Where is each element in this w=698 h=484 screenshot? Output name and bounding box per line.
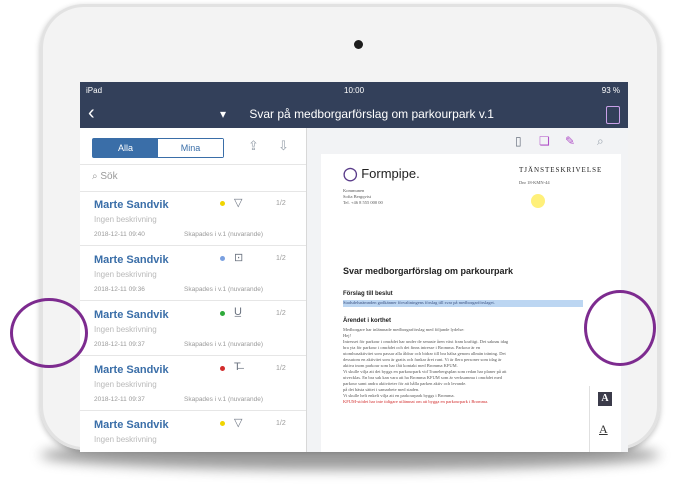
list-item[interactable]: Marte Sandvik Ingen beskrivning 2018-12-… bbox=[80, 191, 306, 246]
color-dot bbox=[220, 201, 225, 206]
highlight-annotation[interactable]: Stadsdelsnämnden godkänner förvaltningen… bbox=[343, 300, 583, 307]
document-heading: Svar medborgarförslag om parkourpark bbox=[343, 266, 514, 276]
upload-icon[interactable]: ⇪ bbox=[248, 138, 259, 154]
tab-mina[interactable]: Mina bbox=[158, 139, 223, 157]
callout-circle-left bbox=[10, 298, 88, 368]
text-underline-tool-icon[interactable]: A bbox=[599, 422, 608, 437]
status-time: 10:00 bbox=[344, 86, 365, 95]
comments-icon[interactable]: ❏ bbox=[539, 134, 550, 148]
download-icon[interactable]: ⇩ bbox=[278, 138, 289, 154]
annotation-tools: A A bbox=[589, 386, 618, 452]
list-item[interactable]: Marte Sandvik Ingen beskrivning 2018-12-… bbox=[80, 246, 306, 301]
list-item[interactable]: Marte Sandvik Ingen beskrivning 2018-12-… bbox=[80, 301, 306, 356]
search-bar[interactable]: ⌕ Sök bbox=[80, 164, 306, 192]
text-box-icon: ⊡ bbox=[234, 252, 244, 264]
color-dot bbox=[220, 366, 225, 371]
filter-segment: Alla Mina bbox=[92, 138, 224, 158]
search-input[interactable]: ⌕ Sök bbox=[92, 171, 118, 182]
edit-note-icon[interactable]: ✎ bbox=[565, 134, 575, 148]
document-title[interactable]: ▾ Svar på medborgarförslag om parkourpar… bbox=[220, 107, 494, 121]
app-screen: iPad 10:00 93 % ‹ ▾ Svar på medborgarför… bbox=[80, 82, 628, 452]
list-item[interactable]: Marte Sandvik Ingen beskrivning 2018-12-… bbox=[80, 356, 306, 411]
status-battery: 93 % bbox=[601, 86, 620, 95]
yellow-annotation-dot[interactable] bbox=[531, 194, 545, 208]
search-icon[interactable]: ⌕ bbox=[597, 134, 604, 149]
document-toolbar: ▯ ❏ ✎ ⌕ bbox=[307, 128, 628, 154]
page-icon[interactable]: ▯ bbox=[515, 134, 522, 148]
triangle-down-icon: ▽ bbox=[234, 197, 243, 209]
formpipe-logo: ◯ Formpipe. bbox=[343, 166, 420, 181]
color-dot bbox=[220, 311, 225, 316]
caret-down-icon: ▾ bbox=[220, 107, 227, 121]
triangle-down-icon: ▽ bbox=[234, 417, 243, 429]
strikethrough-icon: T̶ bbox=[234, 361, 241, 373]
status-bar: iPad 10:00 93 % bbox=[80, 82, 628, 100]
nav-bar: ‹ ▾ Svar på medborgarförslag om parkourp… bbox=[80, 100, 628, 128]
document-type: TJÄNSTESKRIVELSE bbox=[519, 166, 603, 174]
document-view-icon[interactable] bbox=[606, 106, 620, 124]
text-highlight-tool-icon[interactable]: A bbox=[598, 392, 612, 406]
version-label: v.1 bbox=[478, 107, 494, 121]
color-dot bbox=[220, 256, 225, 261]
status-device: iPad bbox=[86, 86, 103, 95]
back-chevron-icon[interactable]: ‹ bbox=[88, 103, 95, 123]
callout-circle-right bbox=[584, 290, 656, 366]
underline-icon: U̲ bbox=[234, 306, 242, 318]
document-page: ◯ Formpipe. TJÄNSTESKRIVELSE Kommunen So… bbox=[321, 154, 621, 452]
tab-alla[interactable]: Alla bbox=[93, 139, 158, 157]
list-item[interactable]: Marte Sandvik Ingen beskrivning ▽ 1/2 bbox=[80, 411, 306, 452]
annotation-list-panel: Alla Mina ⇪ ⇩ ⌕ Sök Marte Sandvik Ingen … bbox=[80, 128, 307, 452]
camera-dot bbox=[354, 40, 363, 49]
document-panel: ▯ ❏ ✎ ⌕ ◯ Formpipe. TJÄNSTESKRIVELSE Kom… bbox=[307, 128, 628, 452]
color-dot bbox=[220, 421, 225, 426]
